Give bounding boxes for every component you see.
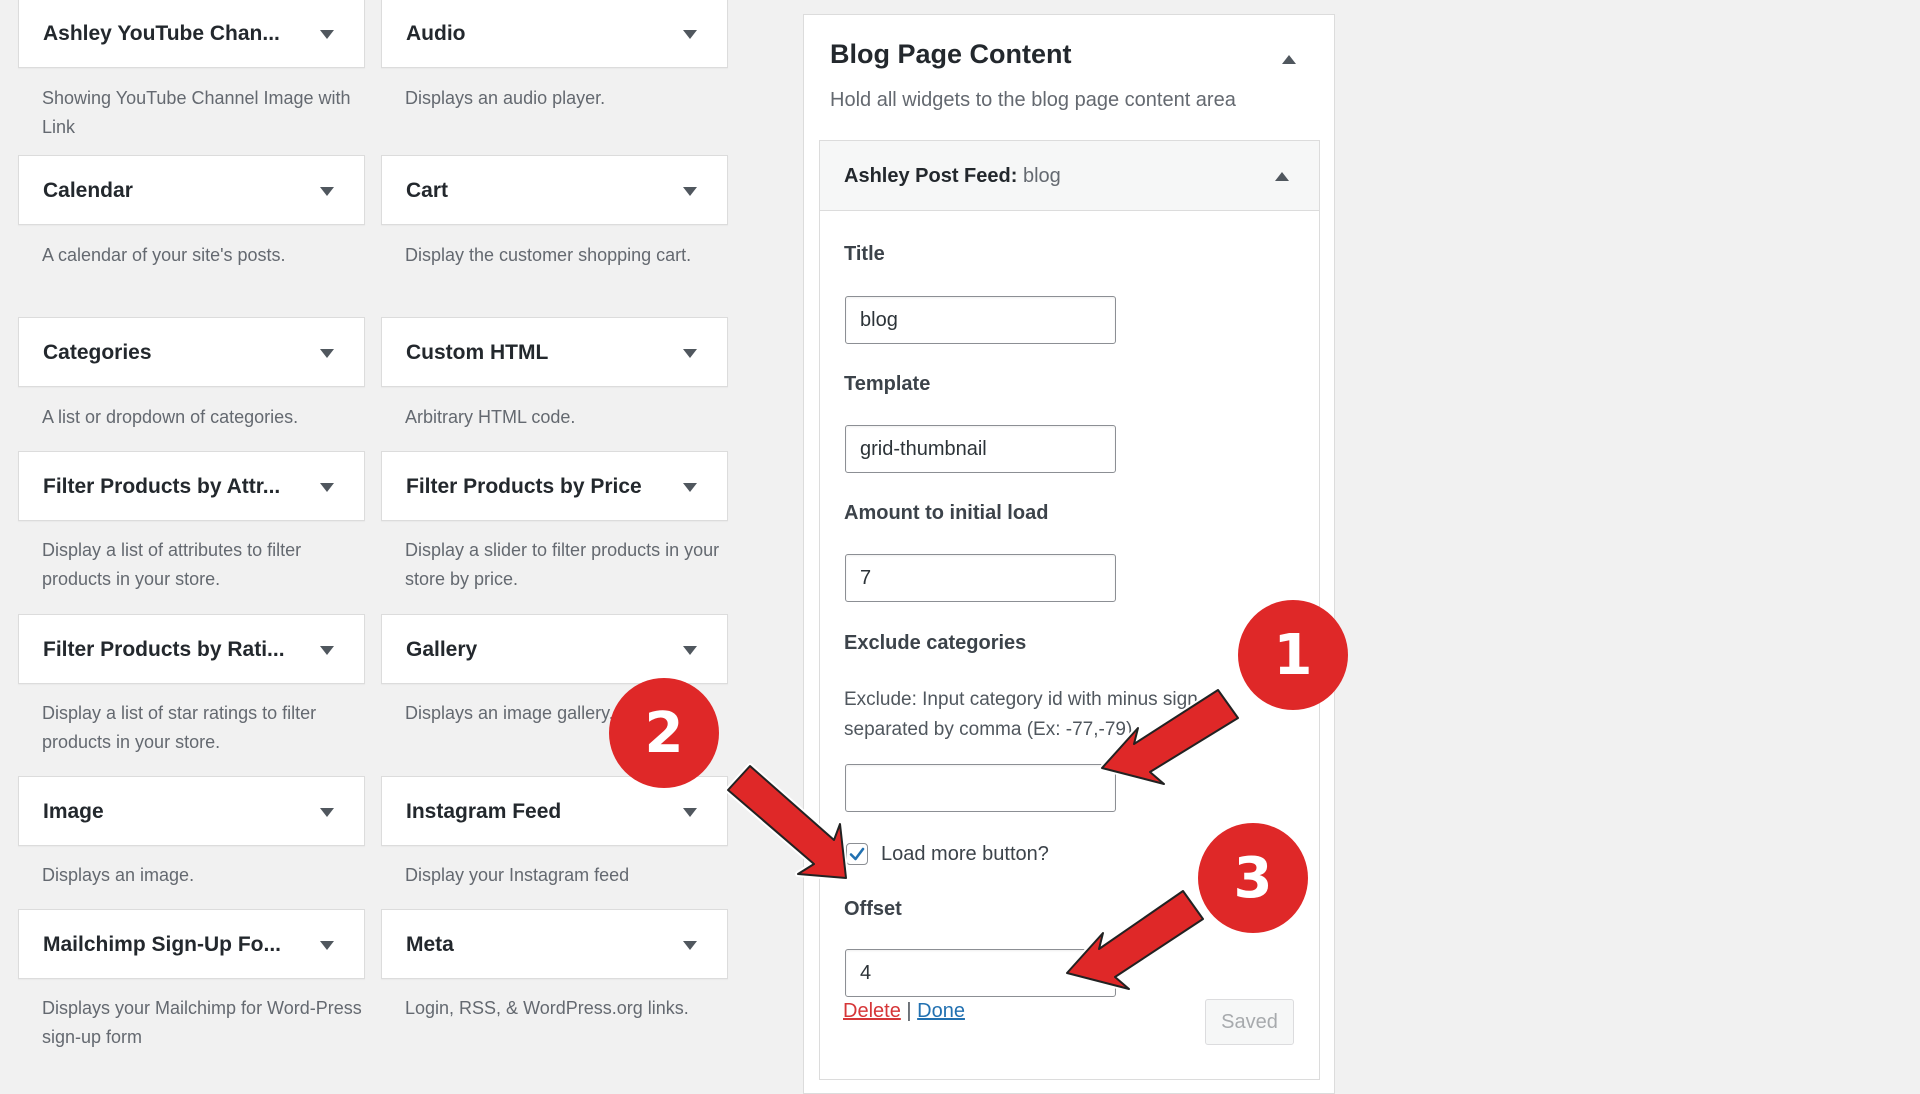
widget-13[interactable]: Mailchimp Sign-Up Fo... [18,909,365,979]
widget-description: Displays your Mailchimp for Word-Press s… [42,998,362,1047]
widget-instance-title: blog [1022,165,1061,187]
widget-6[interactable]: Custom HTML [381,317,728,387]
widget-3[interactable]: Calendar [18,155,365,225]
template-label: Template [844,373,931,395]
widget-title: Cart [406,179,449,202]
widget-description: Display a list of star ratings to filter… [42,703,317,752]
widget-description: Display a slider to filter products in y… [405,540,720,589]
annotation-badge-1: 1 [1238,600,1348,710]
caret-down-icon [683,186,697,196]
widget-title: Filter Products by Attr... [43,475,281,498]
caret-down-icon [683,807,697,817]
widget-collapse-toggle[interactable] [1267,161,1297,191]
done-link[interactable]: Done [917,1000,965,1022]
saved-button[interactable]: Saved [1205,999,1294,1045]
widget-1[interactable]: Ashley YouTube Chan... [18,0,365,68]
widget-9[interactable]: Filter Products by Rati... [18,614,365,684]
widget-description: Displays an image. [42,865,195,885]
widget-header[interactable]: Ashley Post Feed: blog [820,141,1319,211]
widget-title: Ashley YouTube Chan... [43,22,280,45]
amount-input[interactable] [845,554,1116,602]
annotation-arrow-2 [725,763,849,881]
widget-10[interactable]: Gallery [381,614,728,684]
widget-description: Display your Instagram feed [405,865,630,885]
annotation-arrow-3 [1064,888,1206,992]
widget-expand-toggle[interactable] [312,176,342,206]
widget-expand-toggle[interactable] [675,338,705,368]
annotation-badge-3: 3 [1198,823,1308,933]
widget-expand-toggle[interactable] [675,797,705,827]
widget-14[interactable]: Meta [381,909,728,979]
widget-expand-toggle[interactable] [312,797,342,827]
widget-5[interactable]: Categories [18,317,365,387]
delete-link[interactable]: Delete [843,1000,901,1022]
amount-label: Amount to initial load [844,502,1049,524]
widget-expand-toggle[interactable] [312,19,342,49]
caret-up-icon [1282,54,1296,64]
widget-description: Arbitrary HTML code. [405,407,576,427]
title-input[interactable] [845,296,1116,344]
caret-down-icon [683,348,697,358]
widget-7[interactable]: Filter Products by Attr... [18,451,365,521]
widget-description: Displays an audio player. [405,88,606,108]
widget-title: Audio [406,22,466,45]
caret-down-icon [683,29,697,39]
caret-down-icon [683,645,697,655]
widget-expand-toggle[interactable] [675,176,705,206]
caret-down-icon [320,348,334,358]
widget-description: Display a list of attributes to filter p… [42,540,302,589]
widget-expand-toggle[interactable] [675,930,705,960]
widget-8[interactable]: Filter Products by Price [381,451,728,521]
widget-name: Ashley Post Feed: [844,165,1018,187]
annotation-arrow-1 [1099,687,1241,787]
widget-title: Image [43,800,104,823]
caret-down-icon [320,482,334,492]
widget-expand-toggle[interactable] [312,338,342,368]
widget-title: Mailchimp Sign-Up Fo... [43,933,281,956]
widget-description: Login, RSS, & WordPress.org links. [405,998,689,1018]
actions-separator: | [906,1000,912,1022]
template-input[interactable] [845,425,1116,473]
widget-expand-toggle[interactable] [312,635,342,665]
annotation-badge-2: 2 [609,678,719,788]
widget-actions: Delete | Done [843,1000,965,1023]
widget-title: Calendar [43,179,133,202]
widget-description: Showing YouTube Channel Image with Link [42,88,351,137]
widget-title: Instagram Feed [406,800,562,823]
widget-expand-toggle[interactable] [675,19,705,49]
caret-down-icon [683,940,697,950]
sidebar-description: Hold all widgets to the blog page conten… [830,89,1236,111]
widget-description: A list or dropdown of categories. [42,407,299,427]
widget-title: Ashley Post Feed: blog [844,141,1061,211]
sidebar-collapse-toggle[interactable] [1276,46,1302,72]
caret-down-icon [320,645,334,655]
widget-title: Filter Products by Price [406,475,642,498]
widget-title: Gallery [406,638,478,661]
caret-down-icon [320,940,334,950]
load-more-label[interactable]: Load more button? [881,843,1049,866]
widget-title: Custom HTML [406,341,549,364]
offset-label: Offset [844,898,902,920]
widget-11[interactable]: Image [18,776,365,846]
caret-down-icon [320,807,334,817]
caret-down-icon [320,186,334,196]
widget-expand-toggle[interactable] [312,930,342,960]
widget-description: A calendar of your site's posts. [42,245,286,265]
title-label: Title [844,243,885,265]
widget-2[interactable]: Audio [381,0,728,68]
widget-title: Meta [406,933,454,956]
caret-down-icon [320,29,334,39]
widget-description: Display the customer shopping cart. [405,245,692,265]
widget-title: Categories [43,341,152,364]
caret-up-icon [1275,171,1289,181]
exclude-categories-input[interactable] [845,764,1116,812]
widget-expand-toggle[interactable] [675,472,705,502]
exclude-categories-label: Exclude categories [844,632,1027,654]
widget-title: Filter Products by Rati... [43,638,285,661]
widget-4[interactable]: Cart [381,155,728,225]
caret-down-icon [683,482,697,492]
widget-expand-toggle[interactable] [675,635,705,665]
sidebar-title[interactable]: Blog Page Content [830,39,1072,70]
widget-expand-toggle[interactable] [312,472,342,502]
